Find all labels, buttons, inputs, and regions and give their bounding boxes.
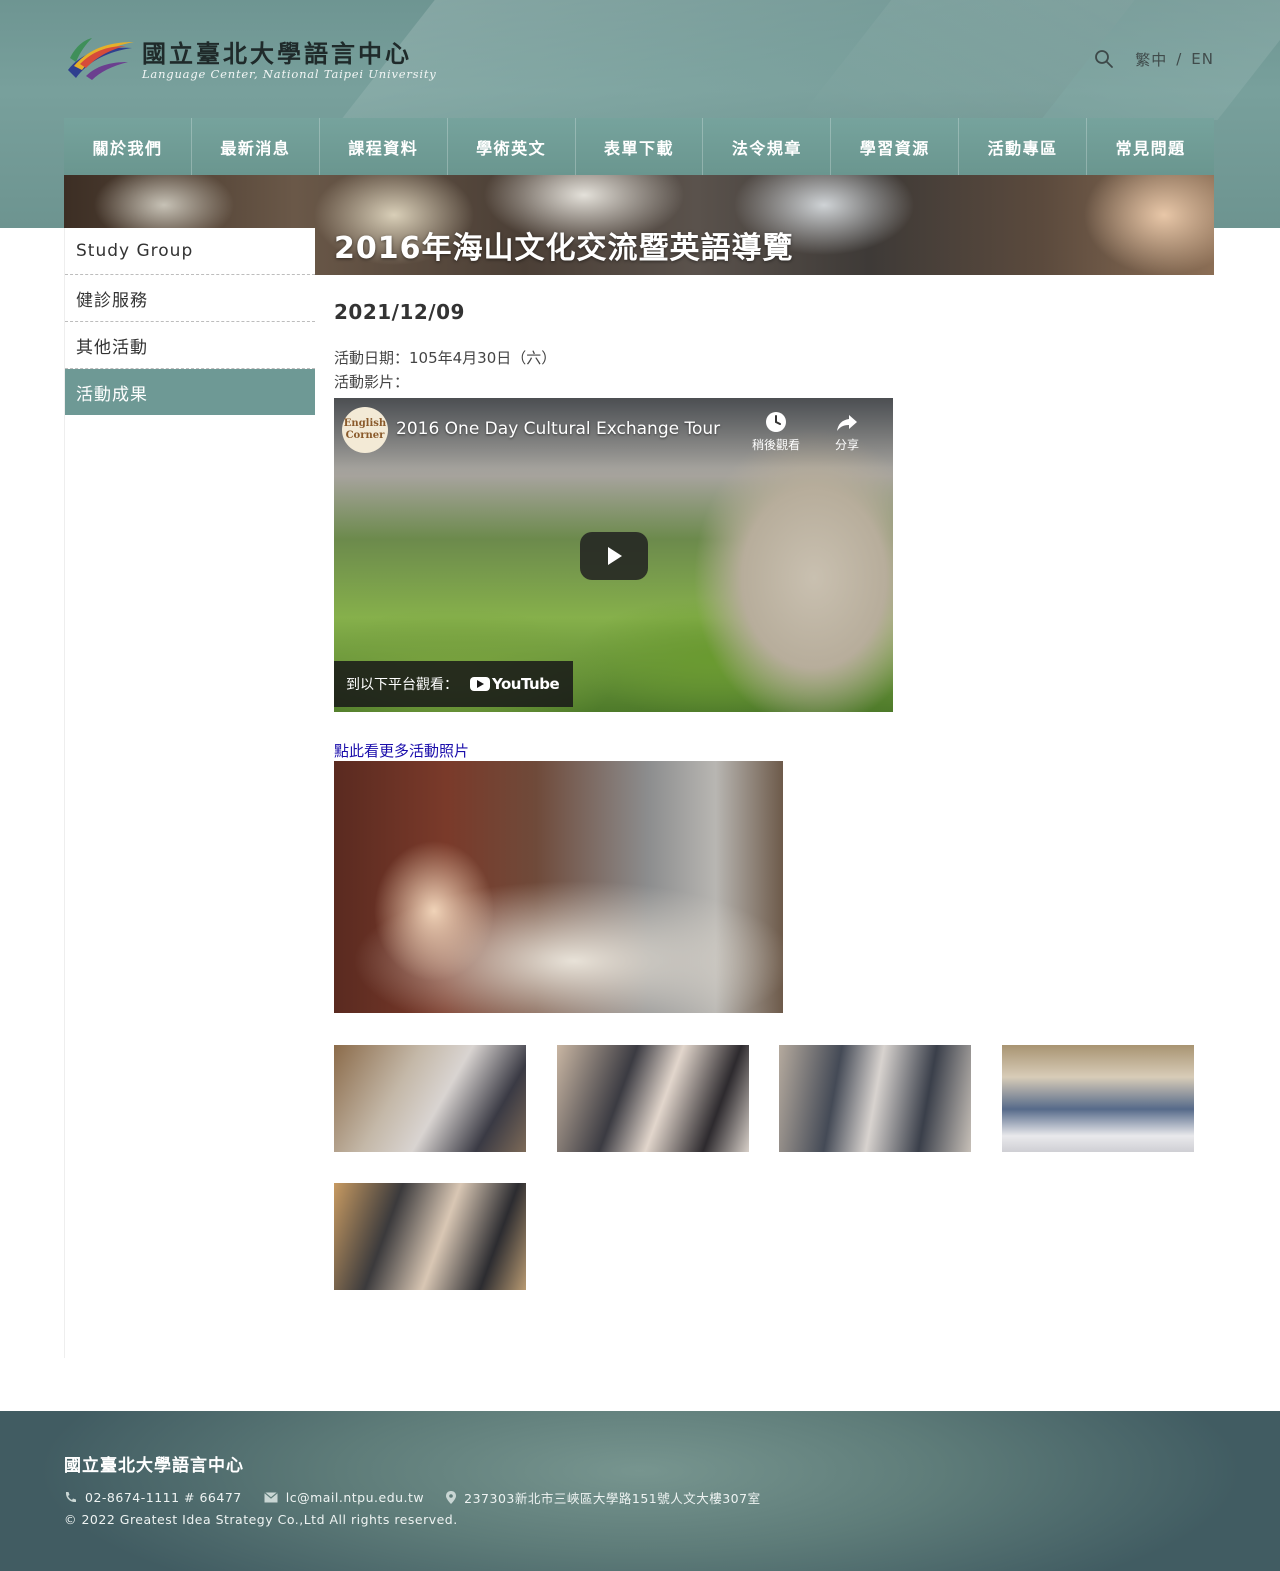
gallery-thumb[interactable]	[779, 1045, 971, 1152]
share-icon	[837, 415, 857, 431]
video-title[interactable]: 2016 One Day Cultural Exchange Tour	[396, 419, 720, 439]
sidebar-item-health-check[interactable]: 健診服務	[65, 275, 315, 322]
watch-on-label: 到以下平台觀看：	[346, 677, 458, 693]
logo-title-zh: 國立臺北大學語言中心	[142, 39, 412, 68]
footer-email: lc@mail.ntpu.edu.tw	[263, 1490, 424, 1505]
sidebar-item-activity-results[interactable]: 活動成果	[65, 369, 315, 415]
nav-courses[interactable]: 課程資料	[319, 118, 448, 175]
nav-activities[interactable]: 活動專區	[959, 118, 1088, 175]
copyright: © 2022 Greatest Idea Strategy Co.,Ltd Al…	[64, 1512, 458, 1527]
gallery-thumb[interactable]	[557, 1045, 749, 1152]
watch-on-youtube[interactable]: 到以下平台觀看： YouTube	[334, 661, 574, 707]
share-label: 分享	[834, 438, 859, 452]
play-button[interactable]	[580, 532, 648, 580]
location-pin-icon	[446, 1491, 457, 1504]
site-logo[interactable]: 國立臺北大學語言中心 Language Center, National Tai…	[66, 34, 446, 86]
youtube-play-icon	[470, 677, 490, 691]
activity-video-label: 活動影片：	[334, 373, 410, 391]
footer-phone: 02-8674-1111 # 66477	[64, 1490, 242, 1505]
main-nav: 關於我們 最新消息 課程資料 學術英文 表單下載 法令規章 學習資源 活動專區 …	[64, 118, 1215, 175]
lang-separator: /	[1176, 50, 1183, 68]
footer-contacts: 02-8674-1111 # 66477 lc@mail.ntpu.edu.tw…	[64, 1488, 783, 1507]
activity-date-text: 活動日期：105年4月30日（六）	[334, 349, 557, 367]
nav-regulations[interactable]: 法令規章	[703, 118, 832, 175]
phone-text: 02-8674-1111 # 66477	[85, 1490, 242, 1505]
search-icon[interactable]	[1093, 48, 1115, 70]
youtube-logo: YouTube	[470, 675, 560, 693]
nav-news[interactable]: 最新消息	[191, 118, 320, 175]
play-icon	[608, 547, 622, 565]
nav-forms[interactable]: 表單下載	[575, 118, 704, 175]
youtube-embed[interactable]: English Corner 2016 One Day Cultural Exc…	[334, 398, 893, 712]
sidebar-item-study-group[interactable]: Study Group	[65, 228, 315, 275]
footer-address: 237303新北市三峽區大學路151號人文大樓307室	[446, 1488, 760, 1507]
logo-title-en: Language Center, National Taipei Univers…	[142, 67, 437, 81]
gallery-thumb[interactable]	[334, 1045, 526, 1152]
gallery-thumb[interactable]	[1002, 1045, 1194, 1152]
watch-later-button[interactable]: 稍後觀看	[748, 410, 804, 453]
nav-resources[interactable]: 學習資源	[831, 118, 960, 175]
email-text[interactable]: lc@mail.ntpu.edu.tw	[286, 1490, 424, 1505]
phone-icon	[65, 1492, 76, 1503]
channel-avatar-line1: English	[343, 418, 387, 429]
address-text: 237303新北市三峽區大學路151號人文大樓307室	[464, 1491, 761, 1506]
share-button[interactable]: 分享	[819, 410, 875, 453]
top-tools: 繁中 / EN	[1093, 48, 1214, 70]
article-content: 2021/12/09 活動日期：105年4月30日（六） 活動影片： Engli…	[334, 300, 1214, 1290]
gallery-thumb[interactable]	[334, 1183, 526, 1290]
channel-avatar[interactable]: English Corner	[342, 407, 388, 453]
page-title: 2016年海山文化交流暨英語導覽	[334, 231, 794, 266]
main-activity-photo[interactable]	[334, 761, 783, 1013]
logo-swoosh-icon	[68, 38, 134, 80]
more-photos-link[interactable]: 點此看更多活動照片	[334, 740, 469, 761]
channel-avatar-line2: Corner	[345, 430, 385, 441]
mail-icon	[263, 1492, 278, 1503]
article-info: 活動日期：105年4月30日（六） 活動影片：	[334, 346, 1214, 394]
watch-later-label: 稍後觀看	[751, 438, 800, 452]
sidebar-item-other-activities[interactable]: 其他活動	[65, 322, 315, 369]
lang-en-link[interactable]: EN	[1191, 50, 1214, 68]
nav-academic-english[interactable]: 學術英文	[447, 118, 576, 175]
nav-faq[interactable]: 常見問題	[1087, 118, 1215, 175]
nav-about[interactable]: 關於我們	[64, 118, 192, 175]
lang-zh-link[interactable]: 繁中	[1135, 49, 1167, 70]
clock-icon	[766, 412, 786, 432]
footer-title: 國立臺北大學語言中心	[64, 1456, 244, 1476]
youtube-wordmark: YouTube	[492, 675, 560, 693]
sidebar: Study Group 健診服務 其他活動 活動成果	[64, 228, 315, 1358]
post-date: 2021/12/09	[334, 300, 465, 324]
footer: 國立臺北大學語言中心 02-8674-1111 # 66477 lc@mail.…	[0, 1411, 1280, 1571]
